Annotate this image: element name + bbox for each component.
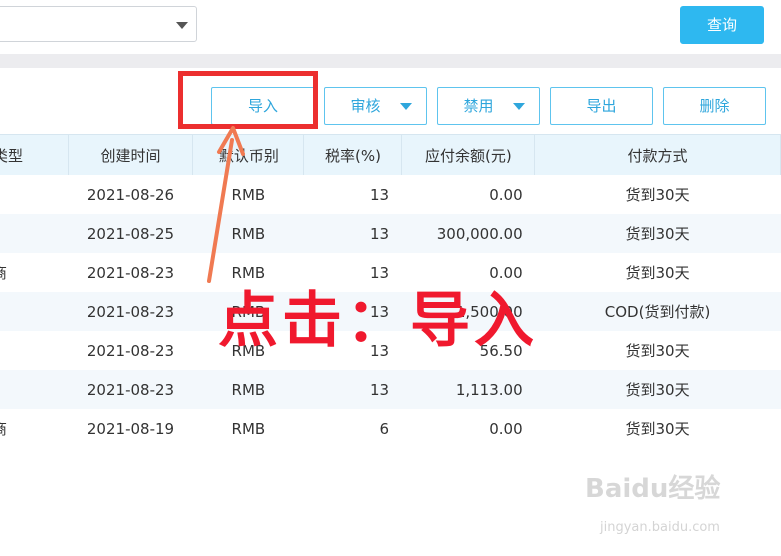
annotation-click-import: 点击：导入: [218, 286, 538, 356]
baidu-watermark: Baidu经验: [585, 474, 721, 504]
baidu-watermark-url: jingyan.baidu.com: [600, 520, 720, 535]
